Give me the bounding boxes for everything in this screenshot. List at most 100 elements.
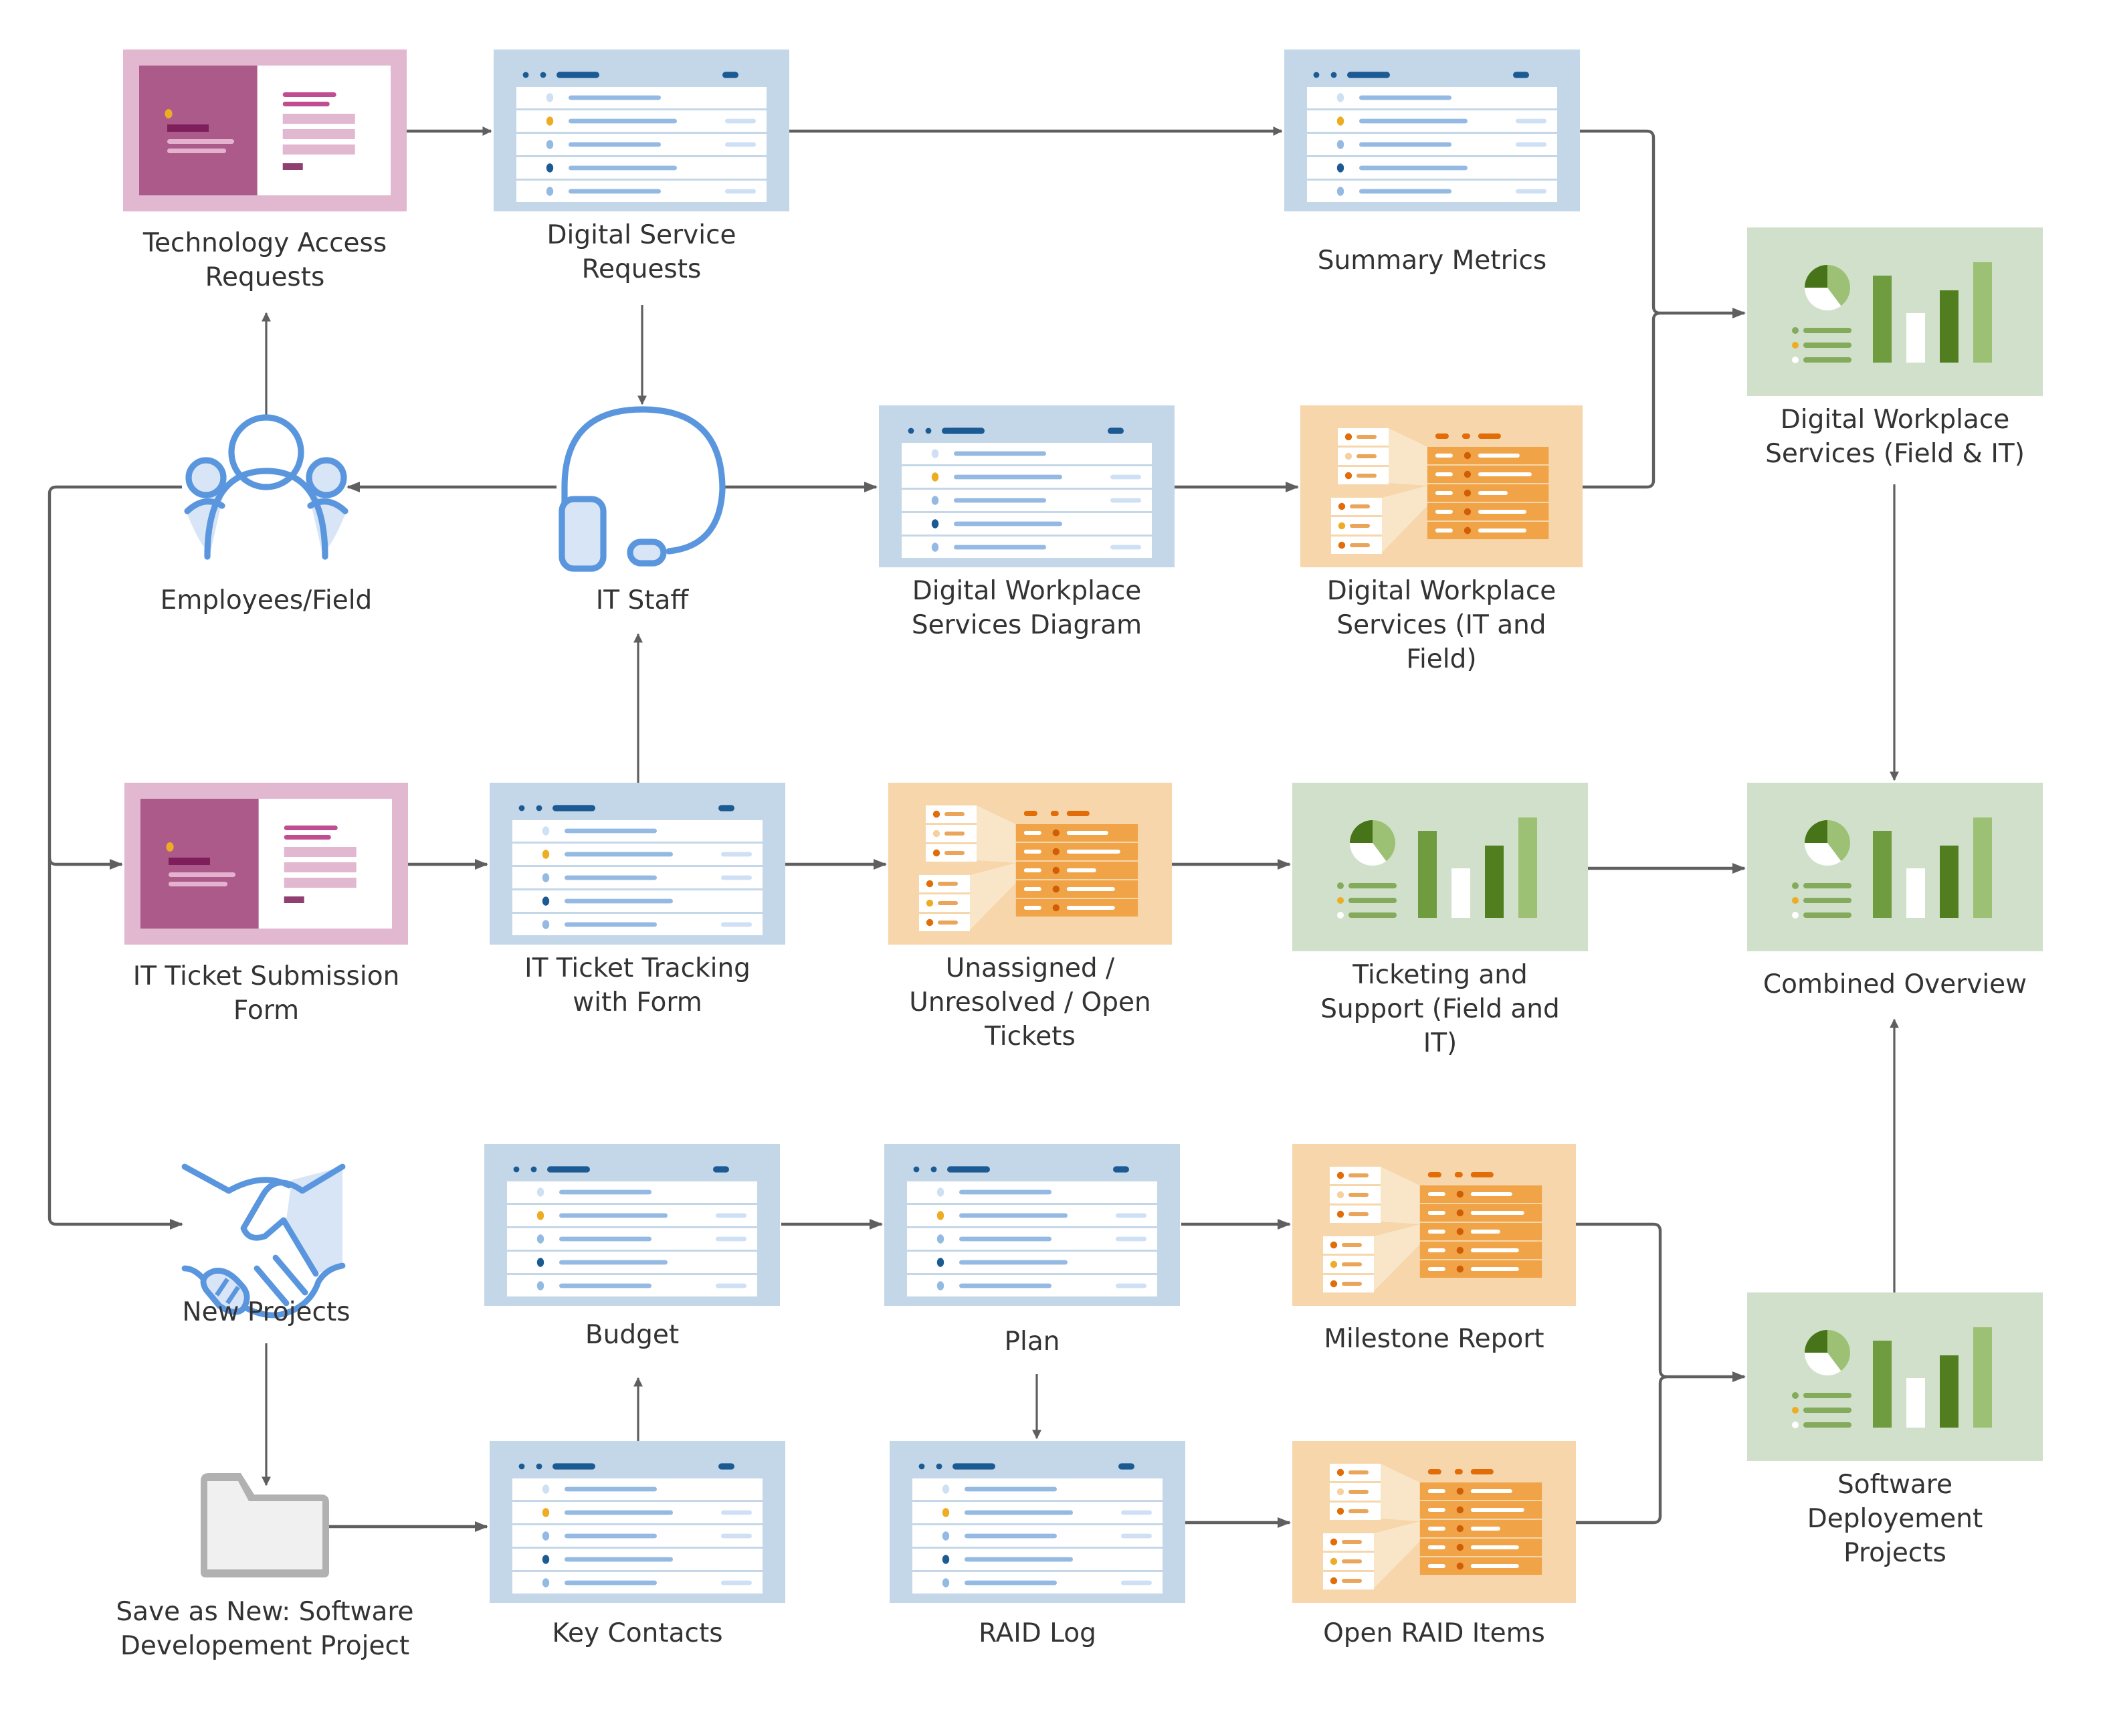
form-heading-line bbox=[284, 835, 331, 840]
node-it-staff[interactable] bbox=[559, 406, 726, 572]
report-header-mark bbox=[1427, 1172, 1441, 1177]
node-dws-field-it[interactable] bbox=[1747, 227, 2043, 396]
sheet-header-dot bbox=[1313, 72, 1320, 78]
sheet-row-text bbox=[565, 852, 673, 857]
form-heading-line bbox=[282, 92, 336, 97]
report-source-text bbox=[944, 851, 965, 855]
sheet-row-text bbox=[569, 118, 677, 124]
report-source-text bbox=[1348, 1212, 1369, 1216]
node-raid-log[interactable] bbox=[890, 1441, 1185, 1603]
report-row-text bbox=[1470, 1545, 1519, 1549]
legend-line bbox=[1348, 912, 1397, 918]
node-label-line: IT Staff bbox=[596, 585, 690, 615]
node-label-line: Budget bbox=[585, 1320, 679, 1350]
report-source-dot bbox=[1336, 1468, 1344, 1476]
sheet-row-text bbox=[565, 828, 657, 834]
node-label-line: Unresolved / Open bbox=[909, 987, 1150, 1018]
node-digital-service[interactable] bbox=[494, 50, 789, 211]
node-dws-it-field[interactable] bbox=[1300, 405, 1583, 567]
node-new-projects[interactable] bbox=[181, 1163, 346, 1319]
report-row-text bbox=[1066, 868, 1096, 872]
bar bbox=[1940, 1355, 1959, 1428]
handshake-icon bbox=[181, 1163, 346, 1319]
report-icon bbox=[888, 783, 1172, 945]
connector-dws-it-field-to-dws-field-it bbox=[1583, 311, 1661, 489]
form-text-line bbox=[167, 139, 234, 144]
sheet-row-chip bbox=[1116, 1236, 1146, 1242]
sheet-row-dot bbox=[931, 519, 939, 528]
sheet-header-dot bbox=[925, 427, 932, 434]
legend-dot bbox=[1792, 1407, 1799, 1414]
sheet-row-chip bbox=[1110, 545, 1141, 550]
sheet-row-dot bbox=[542, 1578, 550, 1587]
report-row-dot bbox=[1052, 829, 1060, 837]
report-row-text bbox=[1427, 1527, 1445, 1531]
report-row-text bbox=[1427, 1489, 1445, 1493]
report-row-text bbox=[1470, 1230, 1500, 1234]
node-combined-overview[interactable] bbox=[1747, 783, 2043, 951]
report-source-text bbox=[1342, 1559, 1362, 1563]
form-dot bbox=[166, 842, 174, 852]
report-row-dot bbox=[1456, 1265, 1464, 1273]
report-row-text bbox=[1427, 1192, 1445, 1196]
node-key-contacts[interactable] bbox=[490, 1441, 785, 1603]
node-open-tickets[interactable] bbox=[888, 783, 1172, 945]
node-milestone-report[interactable] bbox=[1292, 1144, 1576, 1306]
sheet-row-text bbox=[965, 1533, 1057, 1539]
node-label-line: Support (Field and bbox=[1320, 994, 1560, 1024]
bar bbox=[1906, 1378, 1925, 1428]
form-input-field bbox=[282, 114, 355, 124]
node-label-line: Ticketing and bbox=[1352, 960, 1527, 990]
sheet-row-dot bbox=[542, 826, 550, 836]
node-label: New Projects bbox=[182, 1297, 350, 1327]
node-budget[interactable] bbox=[484, 1144, 780, 1306]
node-label-line: Tickets bbox=[984, 1022, 1076, 1052]
node-dws-diagram[interactable] bbox=[879, 405, 1175, 567]
node-software-deployment[interactable] bbox=[1747, 1292, 2043, 1461]
node-tech-access[interactable] bbox=[123, 50, 407, 211]
form-heading-line bbox=[284, 826, 338, 830]
sheet-row-dot bbox=[546, 163, 554, 173]
node-summary-metrics[interactable] bbox=[1284, 50, 1580, 211]
sheet-row-chip bbox=[1110, 498, 1141, 503]
node-ticket-tracking[interactable] bbox=[490, 783, 785, 945]
node-employees[interactable] bbox=[184, 414, 348, 560]
legend-dot bbox=[1337, 882, 1344, 889]
report-row-text bbox=[1427, 1508, 1445, 1512]
report-source-dot bbox=[932, 830, 940, 838]
report-source-text bbox=[1357, 454, 1377, 458]
node-label-line: New Projects bbox=[182, 1297, 350, 1327]
report-source-dot bbox=[1336, 1507, 1344, 1515]
report-source-dot bbox=[1330, 1577, 1338, 1585]
sheet-header-action bbox=[713, 1166, 729, 1173]
report-source-text bbox=[1342, 1262, 1362, 1266]
form-dot bbox=[165, 109, 173, 118]
node-label-line: IT) bbox=[1423, 1028, 1458, 1058]
report-row-dot bbox=[1464, 508, 1472, 516]
node-save-as-new[interactable] bbox=[201, 1473, 329, 1577]
node-plan[interactable] bbox=[884, 1144, 1180, 1306]
report-row-text bbox=[1427, 1230, 1445, 1234]
node-label-line: Open RAID Items bbox=[1323, 1618, 1545, 1648]
node-ticketing-support[interactable] bbox=[1292, 783, 1588, 951]
report-row-text bbox=[1478, 528, 1526, 533]
node-ticket-form[interactable] bbox=[124, 783, 408, 945]
bar bbox=[1973, 817, 1992, 918]
legend-dot bbox=[1792, 897, 1799, 904]
sheet-row-text bbox=[565, 1557, 673, 1562]
node-open-raid[interactable] bbox=[1292, 1441, 1576, 1603]
sheet-row-text bbox=[965, 1580, 1057, 1585]
report-source-text bbox=[938, 882, 958, 886]
connector-open-raid-to-software-deployment bbox=[1576, 1375, 1668, 1525]
sheet-header-dot bbox=[522, 72, 529, 78]
sheet-header-action bbox=[1113, 1166, 1129, 1173]
node-label: IT Staff bbox=[596, 585, 690, 615]
report-row-text bbox=[1470, 1508, 1524, 1512]
sheet-row-text bbox=[565, 922, 657, 927]
node-label-line: Software bbox=[1837, 1470, 1952, 1500]
report-source-text bbox=[944, 832, 965, 836]
report-source-dot bbox=[1344, 433, 1352, 441]
sheet-row-text bbox=[565, 875, 657, 880]
report-row-dot bbox=[1456, 1487, 1464, 1495]
report-source-text bbox=[1348, 1509, 1369, 1513]
